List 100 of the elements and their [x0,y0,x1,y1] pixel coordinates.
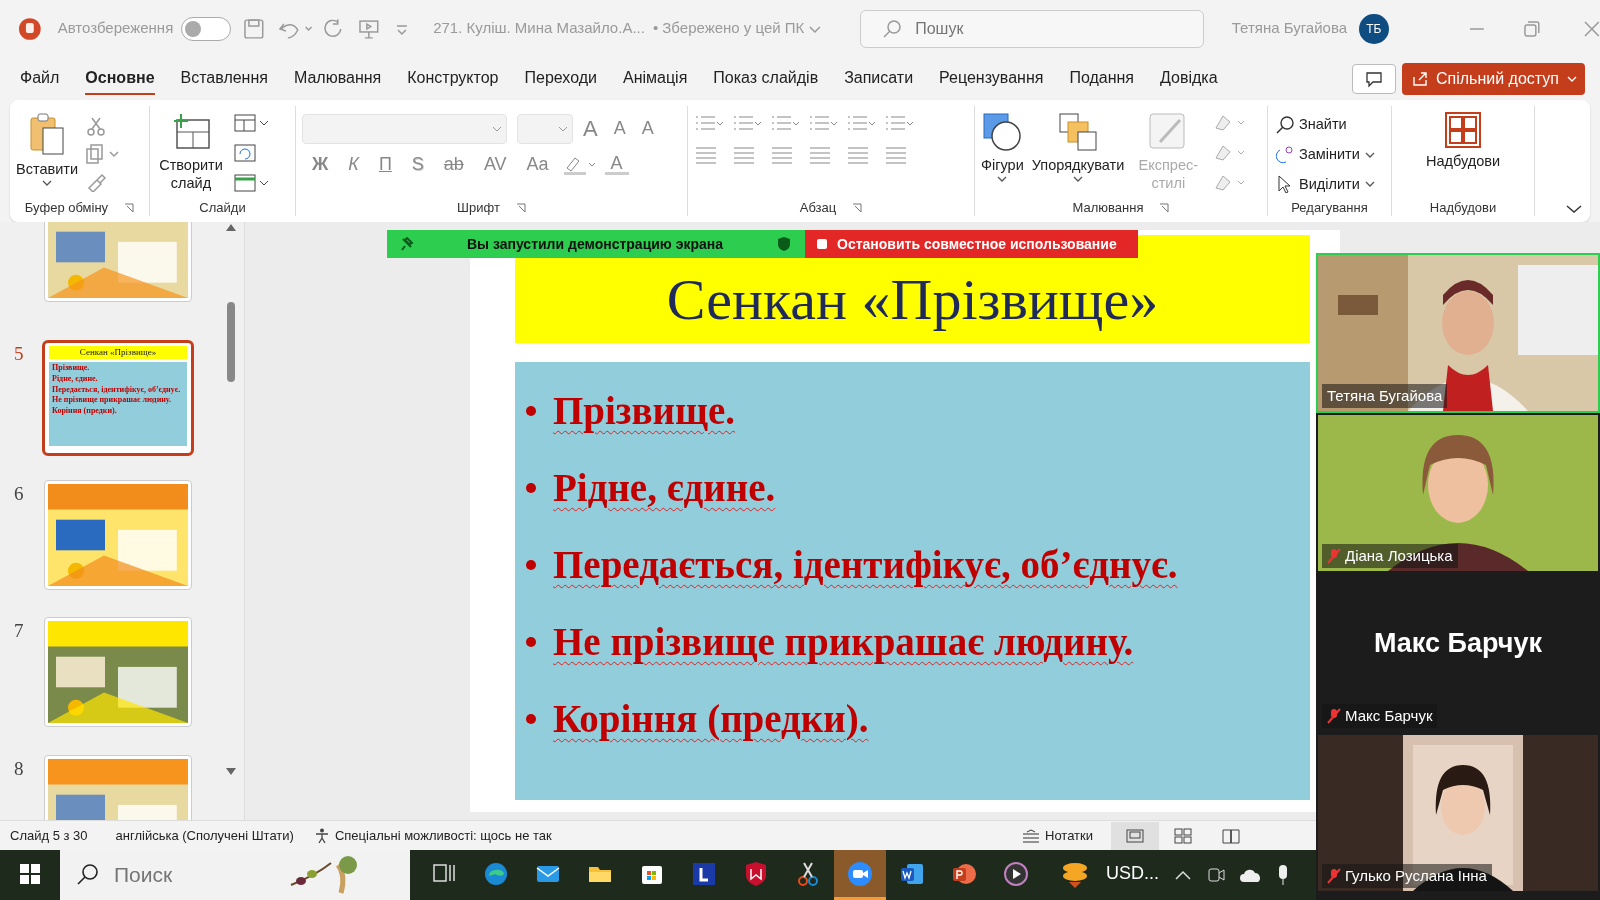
section-icon[interactable] [234,172,270,194]
select-button[interactable]: Виділити [1274,171,1377,198]
format-painter-icon[interactable] [86,172,106,192]
group-label: Надбудови [1429,201,1497,214]
scissors-icon [795,860,821,887]
app-logo-icon [18,16,42,41]
normal-view-button[interactable] [1111,821,1159,850]
menu-tab[interactable]: Записати [844,62,914,95]
accessibility-button[interactable]: Спеціальні можливості: щось не так [311,823,554,848]
video-tile[interactable]: Макс Барчук Макс Барчук [1316,573,1600,733]
comments-button[interactable] [1352,63,1396,94]
menu-tab[interactable]: Анімація [622,62,688,95]
user-name: Тетяна Бугайова [1231,18,1348,39]
thumbnail-bullet: Передається, ідентифікує, об’єднує. [52,385,182,395]
menu-tab[interactable]: Показ слайдів [713,62,819,95]
thumbnail-bullet: Коріння (предки). [52,407,118,416]
search-field[interactable]: Пошук [913,15,1194,42]
microphone-icon[interactable] [1277,864,1289,886]
format-button[interactable]: П [372,151,398,178]
reset-icon[interactable] [234,142,256,164]
stop-sharing-button[interactable]: Остановить совместное использование [805,230,1138,258]
shapes-button[interactable]: Фігури [981,112,1024,185]
restore-icon[interactable] [1524,20,1541,37]
group-label: Малювання [1072,201,1144,214]
cloud-icon[interactable] [1239,867,1263,883]
search-box[interactable]: Пошук [860,9,1204,48]
autosave-label: Автозбереження [57,18,174,39]
font-name-field[interactable] [302,113,507,144]
font-color-button[interactable]: A [604,154,629,175]
dialog-launcher-icon[interactable] [515,202,526,213]
save-icon[interactable] [242,17,265,40]
group-label: Абзац [799,201,837,214]
slide-title: Сенкан «Прізвище» [666,266,1159,329]
menu-tab[interactable]: Подання [1069,62,1135,95]
notes-icon [1022,828,1040,843]
format-button[interactable]: Ж [306,151,335,178]
increase-font-size-button[interactable]: A [577,112,604,145]
shield-icon [777,236,791,252]
thumbnail-title: Сенкан «Прізвище» [79,347,157,357]
font-size-field[interactable] [517,113,573,144]
slide-bullet-text: Рідне, єдине. [553,465,776,511]
bullet-icon [525,635,537,648]
paste-button[interactable]: Вставити [16,112,78,189]
dialog-launcher-icon[interactable] [124,202,135,213]
close-icon[interactable] [1584,20,1600,37]
participant-name: Тетяна Бугайова [1327,385,1443,406]
present-icon[interactable] [357,17,380,40]
add-ins-button[interactable]: Надбудови [1425,112,1501,171]
format-button[interactable]: ab [437,151,470,178]
add-ins-icon [1445,112,1481,148]
decrease-font-size-button[interactable]: A [607,115,632,142]
menu-tab[interactable]: Конструктор [407,62,499,95]
format-button[interactable]: К [342,151,365,178]
autosave-toggle[interactable] [181,16,231,41]
slide-thumbnail[interactable]: Сенкан «Прізвище» Прізвище. Рідне, єдине. Передається, ідентифікує, об’єднує. Не прізвище прикрашає людину. Коріння (предки). [42,340,194,456]
format-button[interactable]: S [405,151,430,178]
language-status: англійська (Сполучені Штати) [115,826,294,845]
meet-icon[interactable] [1207,865,1225,885]
dialog-launcher-icon[interactable] [1159,202,1170,213]
layout-icon[interactable] [234,112,270,134]
arrange-button[interactable]: Упорядкувати [1031,112,1125,185]
format-button[interactable]: AV [477,151,513,178]
video-tile[interactable]: Гулько Руслана Інна [1316,733,1600,893]
participant-name: Діана Лозицька [1345,545,1453,566]
cut-icon[interactable] [86,116,106,136]
video-tile[interactable]: Діана Лозицька [1316,413,1600,573]
weather-widget[interactable]: USD... [1054,850,1165,900]
slide-counter: Слайд 5 з 30 [10,826,88,845]
user-avatar[interactable]: ТБ [1359,13,1389,44]
share-button[interactable]: Спільний доступ [1402,62,1585,95]
menu-tab[interactable]: Основне [85,62,155,95]
search-icon [76,864,98,886]
copy-icon[interactable] [86,144,120,164]
slide-number: 6 [13,482,25,506]
video-tile[interactable]: Тетяна Бугайова [1316,253,1600,413]
menu-tab[interactable]: Рецензування [939,62,1044,95]
menu-tab[interactable]: Файл [20,62,60,95]
menu-tab[interactable]: Малювання [293,62,382,95]
bullet-icon [525,712,537,725]
scrollbar-thumb[interactable] [227,302,235,382]
taskbar-search-field[interactable]: Поиск [112,858,272,892]
tray-chevron-icon[interactable] [1175,870,1191,880]
redo-icon[interactable] [321,17,344,40]
taskbar-search-box[interactable]: Поиск [60,850,410,900]
notes-button[interactable]: Нотатки [1020,823,1095,848]
dialog-launcher-icon[interactable] [852,202,863,213]
scroll-down-icon[interactable] [225,767,237,777]
find-button[interactable]: Знайти [1274,112,1349,138]
replace-button[interactable]: Замінити [1274,141,1377,168]
collapse-ribbon-icon[interactable] [1566,204,1582,214]
format-button[interactable]: Aa [520,151,555,178]
zoom-taskbar-button[interactable] [834,850,886,900]
menu-tab[interactable]: Переходи [524,62,597,95]
menu-tab[interactable]: Довідка [1160,62,1218,95]
new-slide-button[interactable]: Створити слайд [156,112,226,193]
stop-icon [817,239,827,249]
participant-name: Гулько Руслана Інна [1345,865,1487,886]
clear-formatting-button[interactable]: A [635,115,660,142]
zoom-icon [847,860,873,887]
menu-tab[interactable]: Вставлення [180,62,268,95]
